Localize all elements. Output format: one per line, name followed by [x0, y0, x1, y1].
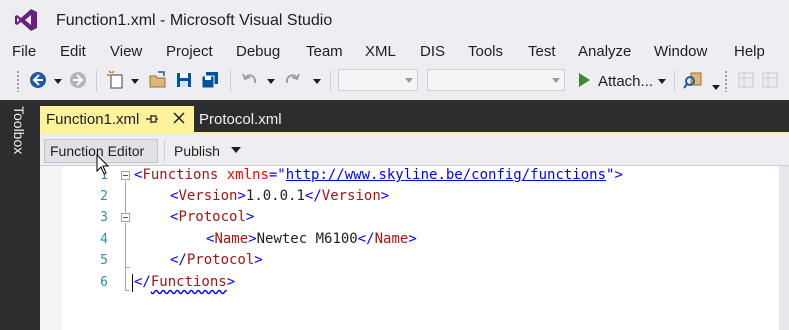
code-line-1: <Functions xmlns="http://www.skyline.be/…	[134, 167, 623, 183]
code-line-4: <Name>Newtec M6100</Name>	[206, 231, 417, 247]
line-number: 4	[100, 232, 108, 247]
publish-dropdown-arrow-icon[interactable]	[231, 147, 241, 153]
pin-tab-icon[interactable]	[145, 112, 159, 126]
redo-dropdown-arrow-icon[interactable]	[313, 79, 321, 84]
menu-project[interactable]: Project	[166, 43, 213, 60]
back-dropdown-arrow-icon[interactable]	[54, 79, 62, 84]
standard-toolbar: Attach...	[0, 66, 789, 96]
redo-icon[interactable]	[282, 70, 302, 90]
line-number: 3	[100, 210, 108, 225]
menu-file[interactable]: File	[12, 43, 36, 60]
line-number: 6	[100, 275, 108, 290]
save-icon[interactable]	[174, 70, 194, 90]
tab-function1-xml-label: Function1.xml	[46, 111, 140, 128]
start-play-icon[interactable]	[574, 70, 594, 90]
solution-configurations-combo[interactable]	[338, 69, 418, 91]
namespace-link[interactable]: http://www.skyline.be/config/functions	[286, 167, 606, 183]
window-title: Function1.xml - Microsoft Visual Studio	[56, 12, 333, 29]
editor-margin	[40, 166, 62, 330]
code-editor[interactable]	[40, 166, 789, 330]
close-tab-icon[interactable]	[172, 111, 186, 125]
code-line-3: <Protocol>	[170, 209, 255, 225]
menu-help[interactable]: Help	[734, 43, 765, 60]
toolbar-disabled-icon-1	[738, 72, 754, 88]
solution-platforms-combo[interactable]	[427, 69, 565, 91]
visual-studio-logo-icon	[15, 9, 37, 31]
publish-button[interactable]: Publish	[174, 143, 220, 159]
menu-view[interactable]: View	[110, 43, 142, 60]
collapse-protocol-icon[interactable]	[121, 213, 130, 222]
new-dropdown-arrow-icon[interactable]	[131, 79, 139, 84]
menu-team[interactable]: Team	[306, 43, 343, 60]
code-line-2: <Version>1.0.0.1</Version>	[170, 188, 390, 204]
find-in-files-icon[interactable]	[683, 70, 703, 90]
attach-dropdown-arrow-icon[interactable]	[658, 79, 666, 84]
line-number: 5	[100, 253, 108, 268]
new-project-icon[interactable]	[106, 70, 126, 90]
collapse-functions-icon[interactable]	[121, 171, 130, 180]
undo-dropdown-arrow-icon[interactable]	[267, 79, 275, 84]
toolbox-label: Toolbox	[11, 106, 27, 155]
toolbar-grip[interactable]	[16, 70, 20, 92]
toolbar-grip-2[interactable]	[724, 70, 728, 92]
vertical-scrollbar[interactable]	[779, 166, 789, 330]
menu-xml[interactable]: XML	[365, 43, 396, 60]
toolbar-overflow-arrow-icon[interactable]	[712, 85, 720, 90]
undo-icon[interactable]	[240, 70, 260, 90]
line-number: 2	[100, 189, 108, 204]
code-line-6: </Functions>	[134, 274, 236, 290]
menu-dis[interactable]: DIS	[420, 43, 445, 60]
attach-button[interactable]: Attach...	[598, 73, 653, 90]
navigate-back-icon[interactable]	[28, 70, 48, 90]
menu-test[interactable]: Test	[528, 43, 556, 60]
menu-tools[interactable]: Tools	[468, 43, 503, 60]
mouse-cursor-icon	[96, 154, 110, 175]
tab-protocol-xml[interactable]: Protocol.xml	[199, 111, 282, 128]
save-all-icon[interactable]	[200, 70, 220, 90]
code-line-5: </Protocol>	[170, 252, 263, 268]
menu-window[interactable]: Window	[654, 43, 707, 60]
menu-analyze[interactable]: Analyze	[578, 43, 631, 60]
text-caret	[132, 274, 133, 292]
menu-bar: File Edit View Project Debug Team XML DI…	[0, 40, 789, 64]
toolbox-tab[interactable]: Toolbox	[5, 106, 33, 166]
toolbar-disabled-icon-2	[762, 72, 778, 88]
menu-edit[interactable]: Edit	[60, 43, 86, 60]
navigate-forward-icon[interactable]	[68, 70, 88, 90]
menu-debug[interactable]: Debug	[236, 43, 280, 60]
open-file-icon[interactable]	[148, 70, 168, 90]
